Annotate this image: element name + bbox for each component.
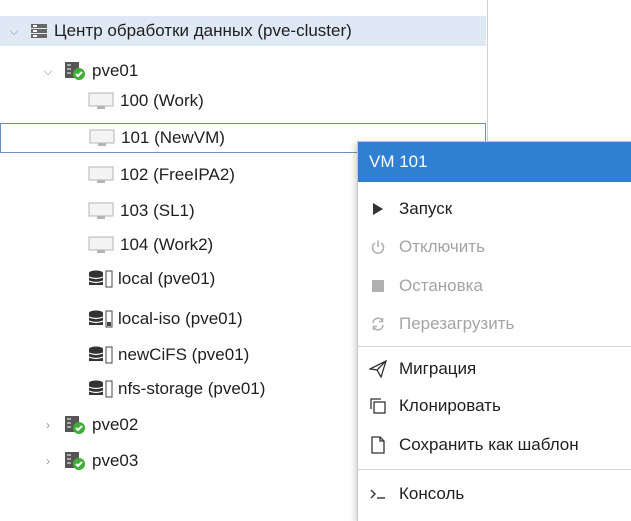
menu-item-stop[interactable]: Остановка xyxy=(358,267,631,305)
monitor-icon xyxy=(88,201,114,221)
reload-icon xyxy=(367,316,389,332)
context-menu: VM 101 Запуск Отключить Остановка Переза… xyxy=(357,141,631,521)
menu-item-label: Запуск xyxy=(399,199,453,218)
chevron-down-icon[interactable]: ⌵ xyxy=(8,16,20,46)
menu-item-shutdown[interactable]: Отключить xyxy=(358,228,631,266)
node-online-icon xyxy=(64,61,86,81)
menu-item-reboot[interactable]: Перезагрузить xyxy=(358,305,631,343)
vm-label: 101 (NewVM) xyxy=(121,128,225,147)
vm-label: 100 (Work) xyxy=(120,91,204,110)
storage-icon xyxy=(88,269,114,289)
storage-icon xyxy=(88,379,114,399)
menu-separator xyxy=(358,346,631,347)
play-icon xyxy=(367,202,389,216)
paper-plane-icon xyxy=(367,360,389,378)
clone-icon xyxy=(367,397,389,415)
tree-item-node-pve01[interactable]: ⌵ pve01 xyxy=(0,56,486,86)
vm-label: 103 (SL1) xyxy=(120,201,195,220)
menu-item-label: Миграция xyxy=(399,359,477,378)
menu-item-label: Отключить xyxy=(399,237,485,256)
menu-item-label: Сохранить как шаблон xyxy=(399,435,579,454)
monitor-icon xyxy=(88,91,114,111)
menu-item-start[interactable]: Запуск xyxy=(358,190,631,228)
terminal-icon xyxy=(367,487,389,501)
menu-item-migrate[interactable]: Миграция xyxy=(358,350,631,388)
menu-item-label: Клонировать xyxy=(399,396,501,415)
datacenter-label: Центр обработки данных (pve-cluster) xyxy=(54,21,352,40)
tree-item-datacenter[interactable]: ⌵ Центр обработки данных (pve-cluster) xyxy=(0,16,486,46)
menu-separator xyxy=(358,469,631,470)
node-online-icon xyxy=(64,451,86,471)
storage-icon xyxy=(88,309,114,329)
storage-label: local (pve01) xyxy=(118,269,216,288)
menu-item-label: Консоль xyxy=(399,484,465,503)
node-label: pve01 xyxy=(92,61,139,80)
chevron-right-icon[interactable]: › xyxy=(42,446,54,476)
monitor-icon xyxy=(88,235,114,255)
vm-label: 102 (FreeIPA2) xyxy=(120,165,235,184)
menu-item-label: Остановка xyxy=(399,276,483,295)
server-rack-icon xyxy=(30,22,48,40)
vm-label: 104 (Work2) xyxy=(120,235,214,254)
storage-label: local-iso (pve01) xyxy=(118,309,243,328)
node-label: pve02 xyxy=(92,415,139,434)
chevron-down-icon[interactable]: ⌵ xyxy=(42,56,54,86)
tree-item-vm-100[interactable]: 100 (Work) xyxy=(0,86,486,116)
storage-label: nfs-storage (pve01) xyxy=(118,379,266,398)
node-label: pve03 xyxy=(92,451,139,470)
monitor-icon xyxy=(89,128,115,148)
file-icon xyxy=(367,436,389,454)
menu-item-console[interactable]: Консоль xyxy=(358,475,631,513)
context-menu-title: VM 101 xyxy=(358,142,631,182)
storage-icon xyxy=(88,345,114,365)
monitor-icon xyxy=(88,165,114,185)
node-online-icon xyxy=(64,415,86,435)
stop-icon xyxy=(367,279,389,293)
power-icon xyxy=(367,239,389,255)
menu-item-convert-template[interactable]: Сохранить как шаблон xyxy=(358,426,631,464)
chevron-right-icon[interactable]: › xyxy=(42,410,54,440)
menu-item-label: Перезагрузить xyxy=(399,314,515,333)
storage-label: newCiFS (pve01) xyxy=(118,345,250,364)
menu-item-clone[interactable]: Клонировать xyxy=(358,387,631,425)
